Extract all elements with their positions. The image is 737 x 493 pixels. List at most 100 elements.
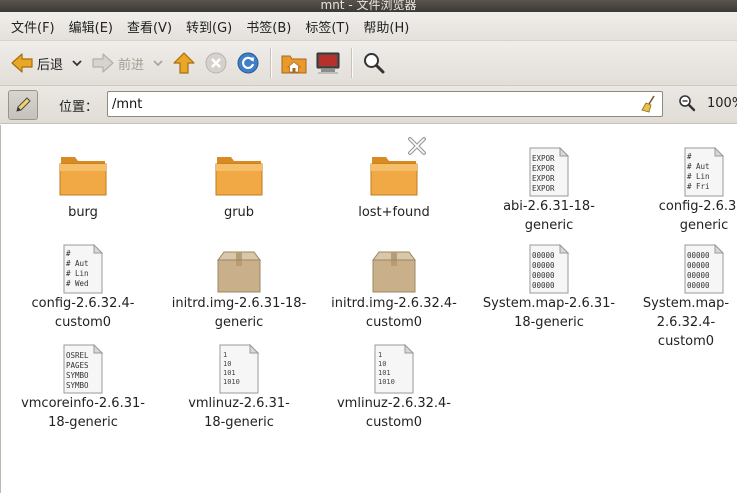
preview-line: 1 [223,351,227,359]
file-name: config-2.6.31-generic [658,199,737,233]
file-item-lost-found[interactable]: lost+found [320,137,468,227]
forward-label: 前进 [118,57,145,73]
preview-line: 00000 [687,271,710,280]
preview-line: 00000 [687,251,710,260]
arrow-up-icon [173,52,195,74]
back-history-dropdown[interactable] [67,45,87,81]
preview-line: # Aut [687,162,710,171]
menu-edit[interactable]: 编辑(E) [62,17,120,36]
forward-history-dropdown[interactable] [148,45,168,81]
preview-line: EXPOR [532,174,555,183]
chevron-down-icon [153,60,163,67]
menu-file[interactable]: 文件(F) [4,17,62,36]
menu-tabs[interactable]: 标签(T) [298,17,356,36]
file-name: initrd.img-2.6.32.4-custom0 [331,296,457,330]
file-item-burg[interactable]: burg [9,147,157,227]
file-name: initrd.img-2.6.31-18-generic [171,296,307,330]
file-item-grub[interactable]: grub [165,147,313,227]
arrow-right-icon [92,53,114,73]
reload-button[interactable] [232,45,264,81]
location-bar: 位置： 100% [0,86,737,124]
preview-line: SYMBO [66,381,89,390]
text-file-icon: 00000 00000 00000 00000 [529,244,570,294]
preview-line: OSREL [66,351,89,360]
preview-line: 1010 [223,378,240,386]
file-item-systemmap-custom0[interactable]: 00000 00000 00000 00000 System.map-2.6.3… [630,244,737,349]
preview-line: # [66,249,71,258]
file-name: vmlinuz-2.6.31-18-generic [188,396,290,430]
file-name: System.map-2.6.31-18-generic [482,296,616,330]
file-name: grub [223,205,255,220]
menubar: 文件(F) 编辑(E) 查看(V) 转到(G) 书签(B) 标签(T) 帮助(H… [0,12,737,40]
file-item-config-custom0[interactable]: # # Aut # Lin # Wed config-2.6.32.4-cust… [9,244,157,344]
pencil-icon [16,97,31,112]
chevron-down-icon [72,60,82,67]
file-item-initrd-generic[interactable]: initrd.img-2.6.31-18-generic [165,244,313,344]
arrow-left-icon [11,53,33,73]
home-folder-icon [281,55,307,74]
file-item-config-generic[interactable]: # # Aut # Lin # Fri config-2.6.31-generi… [630,147,737,247]
preview-line: # Wed [66,279,89,288]
binary-file-icon: 1 10 101 1010 [374,344,415,394]
menu-view[interactable]: 查看(V) [120,17,179,36]
menu-bookmarks[interactable]: 书签(B) [239,17,298,36]
package-icon [372,251,416,293]
stop-button[interactable] [200,45,232,81]
preview-line: # Aut [66,259,89,268]
file-name: burg [68,205,98,220]
file-item-vmcoreinfo[interactable]: OSREL PAGES SYMBO SYMBO vmcoreinfo-2.6.3… [9,344,157,444]
text-file-icon: EXPOR EXPOR EXPOR EXPOR [529,147,570,197]
preview-line: 10 [378,360,386,368]
up-button[interactable] [168,45,200,81]
back-button[interactable]: 后退 [6,45,67,81]
preview-line: 00000 [532,251,555,260]
preview-line: 00000 [532,271,555,280]
preview-line: # Fri [687,182,710,191]
file-icon-view[interactable]: burg grub lost+found EXPOR EXPOR EXPOR E… [0,125,737,493]
file-item-initrd-custom0[interactable]: initrd.img-2.6.32.4-custom0 [320,244,468,344]
file-item-vmlinuz-generic[interactable]: 1 10 101 1010 vmlinuz-2.6.31-18-generic [165,344,313,444]
preview-line: EXPOR [532,184,555,193]
folder-icon [215,157,263,196]
preview-line: # Lin [66,269,89,278]
text-file-icon: # # Aut # Lin # Fri [684,147,725,197]
text-file-icon: 00000 00000 00000 00000 [684,244,725,294]
window-title: mnt - 文件浏览器 [320,0,417,12]
zoom-button[interactable] [678,94,696,116]
menu-help[interactable]: 帮助(H) [356,17,416,36]
preview-line: EXPOR [532,154,555,163]
file-item-abi-generic[interactable]: EXPOR EXPOR EXPOR EXPOR abi-2.6.31-18-ge… [475,147,623,247]
window-titlebar: mnt - 文件浏览器 [0,0,737,12]
preview-line: 00000 [687,261,710,270]
file-name: abi-2.6.31-18-generic [503,199,595,233]
location-label: 位置： [59,100,99,115]
folder-icon [59,157,107,196]
binary-file-icon: 1 10 101 1010 [219,344,260,394]
clear-location-button[interactable] [640,95,658,117]
preview-line: # [687,152,692,161]
computer-button[interactable] [311,45,345,81]
file-item-vmlinuz-custom0[interactable]: 1 10 101 1010 vmlinuz-2.6.32.4-custom0 [320,344,468,444]
location-edit-toggle[interactable] [8,90,38,120]
preview-line: # Lin [687,172,710,181]
menu-go[interactable]: 转到(G) [179,17,239,36]
file-item-systemmap-generic[interactable]: 00000 00000 00000 00000 System.map-2.6.3… [475,244,623,344]
search-button[interactable] [358,45,390,81]
preview-line: 00000 [532,261,555,270]
preview-line: SYMBO [66,371,89,380]
preview-line: 101 [378,369,391,377]
preview-line: 1010 [378,378,395,386]
broom-icon [641,95,655,113]
file-name: config-2.6.32.4-custom0 [31,296,135,330]
toolbar-separator [351,48,353,78]
computer-icon [316,52,340,74]
forward-button[interactable]: 前进 [87,45,148,81]
file-name: vmcoreinfo-2.6.31-18-generic [21,396,145,430]
home-button[interactable] [277,45,311,81]
location-input[interactable] [107,91,663,117]
preview-line: 00000 [532,281,555,290]
search-icon [364,53,385,74]
preview-line: 1 [378,351,382,359]
preview-line: PAGES [66,361,89,370]
stop-icon [205,52,227,74]
